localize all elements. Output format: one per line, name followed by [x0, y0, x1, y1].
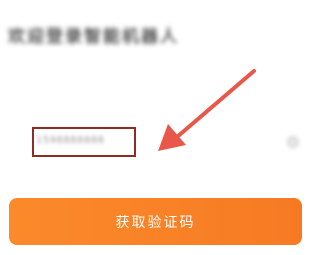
page-title: 欢迎登录智能机器人 [8, 27, 179, 47]
login-screen: 欢迎登录智能机器人 1598888888 获取验证码 [0, 0, 311, 255]
annotation-highlight-box [32, 127, 136, 157]
clear-icon[interactable] [286, 135, 300, 149]
get-verification-code-button[interactable]: 获取验证码 [9, 198, 302, 245]
